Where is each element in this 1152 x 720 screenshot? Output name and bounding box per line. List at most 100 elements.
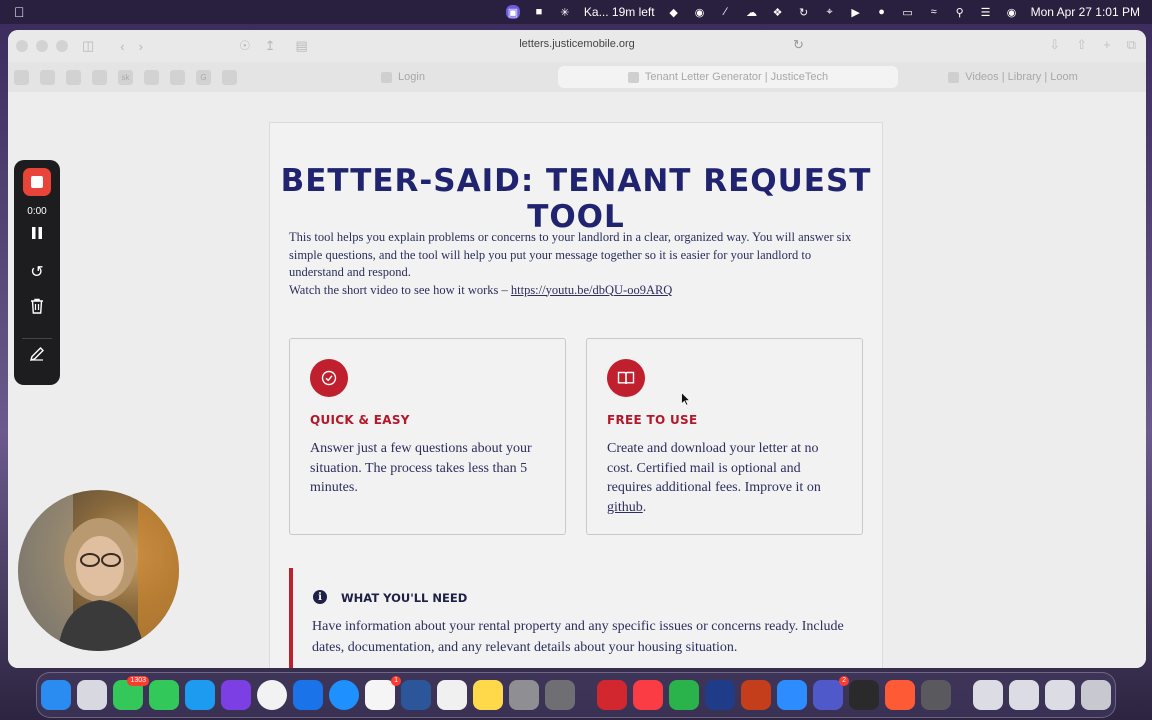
info-icon: i [313,590,327,604]
favorite-icon[interactable]: G [196,69,211,85]
tab-overview-icon[interactable]: ⧉ [1127,37,1136,53]
favorite-icon[interactable]: sk [118,69,133,85]
battery-icon[interactable]: ▭ [901,5,915,19]
feature-text-suffix: . [642,499,647,515]
facetime-icon[interactable] [149,680,179,710]
music-icon[interactable] [633,680,663,710]
sync-icon[interactable]: ↻ [797,5,811,19]
camera-icon[interactable]: ◉ [693,5,707,19]
webcam-bubble[interactable] [18,490,179,651]
tab-loom-library[interactable]: Videos | Library | Loom [898,66,1128,88]
toolbar-actions: ⇩ ⇧ + ⧉ [1049,37,1136,53]
chrome-icon[interactable] [257,680,287,710]
launchpad-icon[interactable] [77,680,107,710]
outlook-icon[interactable] [293,680,323,710]
pause-button[interactable] [14,226,60,245]
menu-bar-clock[interactable]: Mon Apr 27 1:01 PM [1031,5,1140,19]
extension-icon[interactable]: ◆ [667,5,681,19]
favorite-icon[interactable] [14,69,29,85]
draw-button[interactable] [14,346,60,367]
control-center-icon[interactable]: ☰ [979,5,993,19]
stop-icon [31,176,43,188]
book-icon [607,359,645,397]
wifi-icon[interactable]: ≈ [927,5,941,19]
acrobat-icon[interactable] [597,680,627,710]
intro-paragraph: This tool helps you explain problems or … [289,230,852,279]
recent-window-1-icon[interactable] [973,680,1003,710]
trash-button[interactable] [14,298,60,319]
user-icon[interactable]: ● [875,5,889,19]
main-card: BETTER-SAID: TENANT REQUEST TOOL This to… [269,122,883,668]
video-link[interactable]: https://youtu.be/dbQU-oo9ARQ [511,283,672,297]
numbers-icon[interactable] [669,680,699,710]
download-icon[interactable]: ⇩ [1049,37,1060,53]
sparkle-icon[interactable]: ✳ [558,5,572,19]
apple-menu-icon[interactable]:  [14,4,25,20]
video-prefix: Watch the short video to see how it work… [289,282,511,297]
feature-free-to-use: FREE TO USE Create and download your let… [586,338,863,535]
callout-text: Have information about your rental prope… [312,619,844,655]
preview-icon[interactable] [545,680,575,710]
feature-heading: FREE TO USE [607,413,698,427]
siri-icon[interactable]: ◉ [1005,5,1019,19]
menu-bar:  ▣ ■ ✳ Ka... 19m left ◆ ◉ ∕ ☁ ❖ ↻ ⌖ ▶ ●… [0,0,1152,24]
address-bar[interactable]: letters.justicemobile.org [8,38,1146,50]
powerpoint-icon[interactable] [741,680,771,710]
word-icon[interactable] [401,680,431,710]
slash-icon[interactable]: ∕ [719,5,733,19]
stop-recording-button[interactable] [23,168,51,196]
teams-icon[interactable]: 2 [813,676,849,710]
favorite-icon[interactable] [144,69,159,85]
recent-window-3-icon[interactable] [1045,680,1075,710]
feature-heading: QUICK & EASY [310,413,410,427]
reminders-icon[interactable]: 1 [365,676,401,710]
claude-icon[interactable] [885,680,915,710]
search-icon[interactable]: ⚲ [953,5,967,19]
feature-text-body: Create and download your letter at no co… [607,441,821,495]
notes-icon[interactable] [473,680,503,710]
trash-icon[interactable] [1081,680,1111,710]
messages-badge: 1303 [127,676,149,686]
app-status-icon[interactable]: ■ [532,5,546,19]
favorite-icon[interactable] [222,69,237,85]
finder-icon[interactable] [41,680,71,710]
what-you-need-callout: i WHAT YOU'LL NEED Have information abou… [289,568,869,668]
teams-badge: 2 [839,676,849,686]
messages-icon[interactable]: 1303 [113,676,149,710]
screen-share-icon[interactable]: ▣ [505,5,520,19]
recorder-divider [22,338,52,339]
dropbox-icon[interactable]: ❖ [771,5,785,19]
control-icon[interactable]: ⌖ [823,5,837,19]
favorite-icon[interactable] [66,69,81,85]
favorite-icon[interactable] [170,69,185,85]
photos-icon[interactable] [437,680,467,710]
favorite-icon[interactable] [92,69,107,85]
app-store-icon[interactable] [185,680,215,710]
favorites-bar: sk G [14,69,237,85]
w-app-icon[interactable] [849,680,879,710]
tab-login[interactable]: Login [248,66,558,88]
callout-heading: WHAT YOU'LL NEED [341,591,468,605]
favorite-icon[interactable] [40,69,55,85]
reminders-badge: 1 [391,676,401,686]
share-icon[interactable]: ⇧ [1076,37,1087,53]
timer-status[interactable]: Ka... 19m left [584,5,655,19]
restart-button[interactable]: ↺ [14,262,60,282]
page-title: BETTER-SAID: TENANT REQUEST TOOL [280,163,872,235]
cloud-icon[interactable]: ☁ [745,5,759,19]
printer-icon[interactable] [921,680,951,710]
reload-icon[interactable]: ↻ [793,37,804,53]
github-link[interactable]: github [607,500,643,515]
play-icon[interactable]: ▶ [849,5,863,19]
new-tab-icon[interactable]: + [1103,37,1111,53]
recent-window-2-icon[interactable] [1009,680,1039,710]
pause-icon [32,227,42,239]
system-settings-icon[interactable] [509,680,539,710]
tab-label: Videos | Library | Loom [965,71,1078,83]
page-content: BETTER-SAID: TENANT REQUEST TOOL This to… [8,92,1146,668]
tab-tenant-letter-generator[interactable]: Tenant Letter Generator | JusticeTech [558,66,898,88]
d-app-icon[interactable] [221,680,251,710]
safari-icon[interactable] [329,680,359,710]
screen-sharing-icon[interactable] [705,680,735,710]
zoom-icon[interactable] [777,680,807,710]
